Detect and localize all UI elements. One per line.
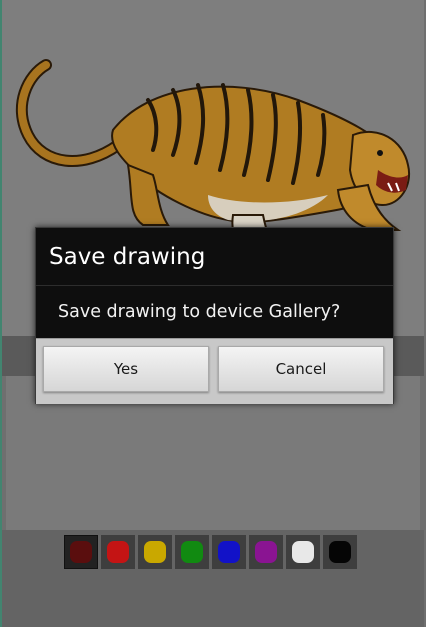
dialog-button-bar: Yes Cancel — [36, 338, 393, 404]
dialog-title: Save drawing — [36, 228, 393, 286]
app-screen: Save drawing Save drawing to device Gall… — [0, 0, 426, 627]
save-drawing-dialog: Save drawing Save drawing to device Gall… — [35, 227, 394, 404]
yes-button[interactable]: Yes — [43, 346, 209, 392]
dialog-message: Save drawing to device Gallery? — [58, 302, 341, 322]
cancel-button[interactable]: Cancel — [218, 346, 384, 392]
